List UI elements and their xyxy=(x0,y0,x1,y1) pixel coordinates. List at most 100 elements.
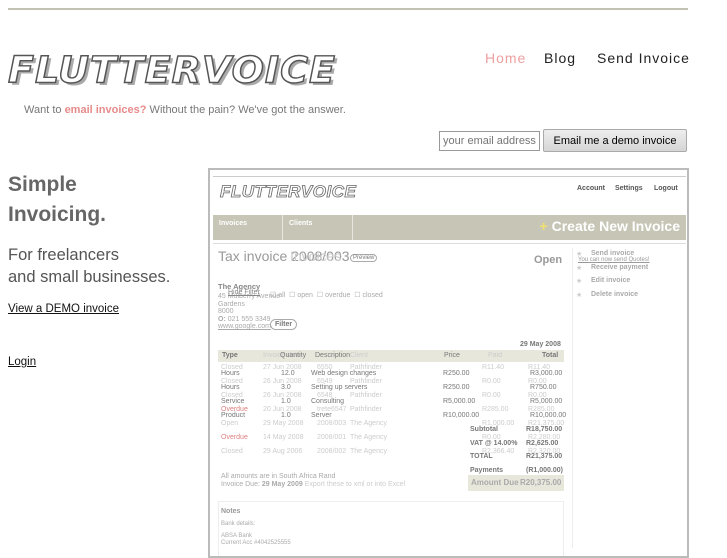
bg-row-no: 2008/002 xyxy=(317,448,347,455)
line-desc: Consulting xyxy=(311,398,345,405)
bg-row-paid: R0.00 xyxy=(482,378,501,385)
shot-nav-account: Account xyxy=(577,185,605,192)
bg-row-client: The Agency xyxy=(350,434,387,441)
bg-row-status: Overdue xyxy=(221,434,248,441)
hero-title: Simple Invoicing. xyxy=(8,170,106,230)
currency-note: All amounts are in South Africa Rand xyxy=(221,473,336,480)
notes-box xyxy=(218,501,564,556)
hero-sub-2: and small businesses. xyxy=(8,268,171,286)
sidebar-divider xyxy=(572,248,573,548)
nav-blog[interactable]: Blog xyxy=(544,50,576,66)
line-total: R10,000.00 xyxy=(530,412,567,419)
login-link[interactable]: Login xyxy=(8,356,36,368)
phone: 021 555 3349 xyxy=(227,315,271,323)
shot-filter-opts: ☑ all ☐ open ☐ overdue ☐ closed xyxy=(270,292,383,299)
notes-l1: Bank details: xyxy=(221,521,256,527)
star-icon: ★ xyxy=(576,291,583,299)
total-value: R2,625.00 xyxy=(526,439,559,447)
shot-status: Open xyxy=(534,254,563,266)
bg-row-date: 14 May 2008 xyxy=(263,434,304,441)
site-logo[interactable]: FLUTTERVOICE xyxy=(7,48,336,91)
nav-blog-link[interactable]: Blog xyxy=(544,50,576,66)
nav-home[interactable]: Home xyxy=(485,50,526,66)
star-icon: ★ xyxy=(576,264,583,272)
bg-row-paid: R11.40 xyxy=(482,364,505,371)
shot-tabbar: Invoices Clients + Create New Invoice xyxy=(213,215,686,240)
bg-row-status: Closed xyxy=(221,448,243,455)
total-label: VAT @ 14.00% xyxy=(470,439,518,447)
tagline-highlight[interactable]: email invoices? xyxy=(65,104,147,116)
notes-l2: ABSA Bank xyxy=(221,533,253,539)
app-screenshot: FLUTTERVOICE Account Settings Logout Inv… xyxy=(208,168,689,558)
notes-l3: Current Acc #4042525555 xyxy=(221,540,291,546)
th-price: Price xyxy=(444,352,460,359)
addr-3: 8000 xyxy=(218,308,234,315)
nav-send-link[interactable]: Send Invoice xyxy=(597,50,690,66)
nav-send-invoice[interactable]: Send Invoice xyxy=(597,50,690,66)
line-qty: 1.0 xyxy=(281,398,291,405)
line-desc: Setting up servers xyxy=(311,384,368,391)
hero-title-1: Simple xyxy=(8,173,77,196)
th-total: Total xyxy=(542,352,559,359)
shot-filter-button: Filter xyxy=(270,319,298,330)
line-qty: 1.0 xyxy=(281,412,291,419)
shot-create-invoice: + Create New Invoice xyxy=(540,218,680,234)
action-item: Receive payment xyxy=(591,263,649,271)
line-total: R5,000.00 xyxy=(530,398,563,405)
action-item: Delete invoice xyxy=(591,290,639,298)
line-desc: Server xyxy=(311,412,332,419)
bg-row-paid: R285.00 xyxy=(482,406,509,413)
shot-title-bg: Invoices xyxy=(290,248,342,264)
notes-title: Notes xyxy=(221,508,241,515)
plus-icon: + xyxy=(539,218,552,234)
bg-row-no: 2008/001 xyxy=(317,434,347,441)
invoice-due: Invoice Due: 29 May 2009 Export these to… xyxy=(221,481,405,488)
th-type: Type xyxy=(222,352,238,359)
bg-row-client: The Agency xyxy=(350,448,387,455)
total-label: Payments xyxy=(470,466,504,474)
shot-nav-settings: Settings xyxy=(615,185,643,192)
f-closed: closed xyxy=(362,292,383,299)
f-all: all xyxy=(278,292,286,299)
tagline-post: Without the pain? We've got the answer. xyxy=(146,104,346,116)
action-item: Edit invoice xyxy=(591,277,631,284)
hero-subtitle: For freelancers and small businesses. xyxy=(8,244,170,288)
line-price: R250.00 xyxy=(443,384,470,391)
shot-create-label: Create New Invoice xyxy=(551,218,680,234)
line-price: R10,000.00 xyxy=(443,412,480,419)
line-total: R3,000.00 xyxy=(530,370,563,377)
tagline-pre: Want to xyxy=(24,104,65,116)
line-qty: 12.0 xyxy=(281,370,295,377)
email-input[interactable] xyxy=(439,131,540,151)
bg-row-date: 29 May 2008 xyxy=(263,420,304,427)
shot-rule xyxy=(213,176,686,177)
line-total: R750.00 xyxy=(530,384,557,391)
email-demo-button[interactable]: Email me a demo invoice xyxy=(543,129,687,152)
line-type: Hours xyxy=(221,370,240,377)
line-price: R250.00 xyxy=(443,370,470,377)
line-type: Service xyxy=(221,398,245,405)
bg-row-client: Pathfinder xyxy=(350,392,382,399)
hero-sub-1: For freelancers xyxy=(8,246,119,264)
nav-home-link[interactable]: Home xyxy=(485,50,526,66)
bg-row-paid: R0.00 xyxy=(482,392,501,399)
shot-rule-2 xyxy=(213,243,686,244)
shot-tab-invoices: Invoices xyxy=(213,215,283,240)
export-note: Export these to xml or into Excel xyxy=(304,481,406,488)
bg-row-client: Pathfinder xyxy=(350,406,382,413)
line-type: Product xyxy=(221,412,246,419)
total-value: R18,750.00 xyxy=(526,426,563,433)
shot-tab-clients: Clients xyxy=(283,215,353,240)
shot-hide-filter: Hide Filter xyxy=(228,289,260,296)
th-bg-client: Client xyxy=(350,352,368,359)
f-overdue: overdue xyxy=(325,292,351,299)
star-icon: ★ xyxy=(576,251,583,258)
bg-row-status: Open xyxy=(221,420,239,427)
due-date: 29 May 2009 xyxy=(261,481,303,488)
top-rule xyxy=(8,8,688,10)
view-demo-link[interactable]: View a DEMO invoice xyxy=(8,303,119,315)
due-label: Invoice Due: xyxy=(221,481,260,488)
line-price: R5,000.00 xyxy=(443,398,476,405)
bg-row-no: 2008/003 xyxy=(317,420,347,427)
shot-nav-logout: Logout xyxy=(654,185,678,192)
